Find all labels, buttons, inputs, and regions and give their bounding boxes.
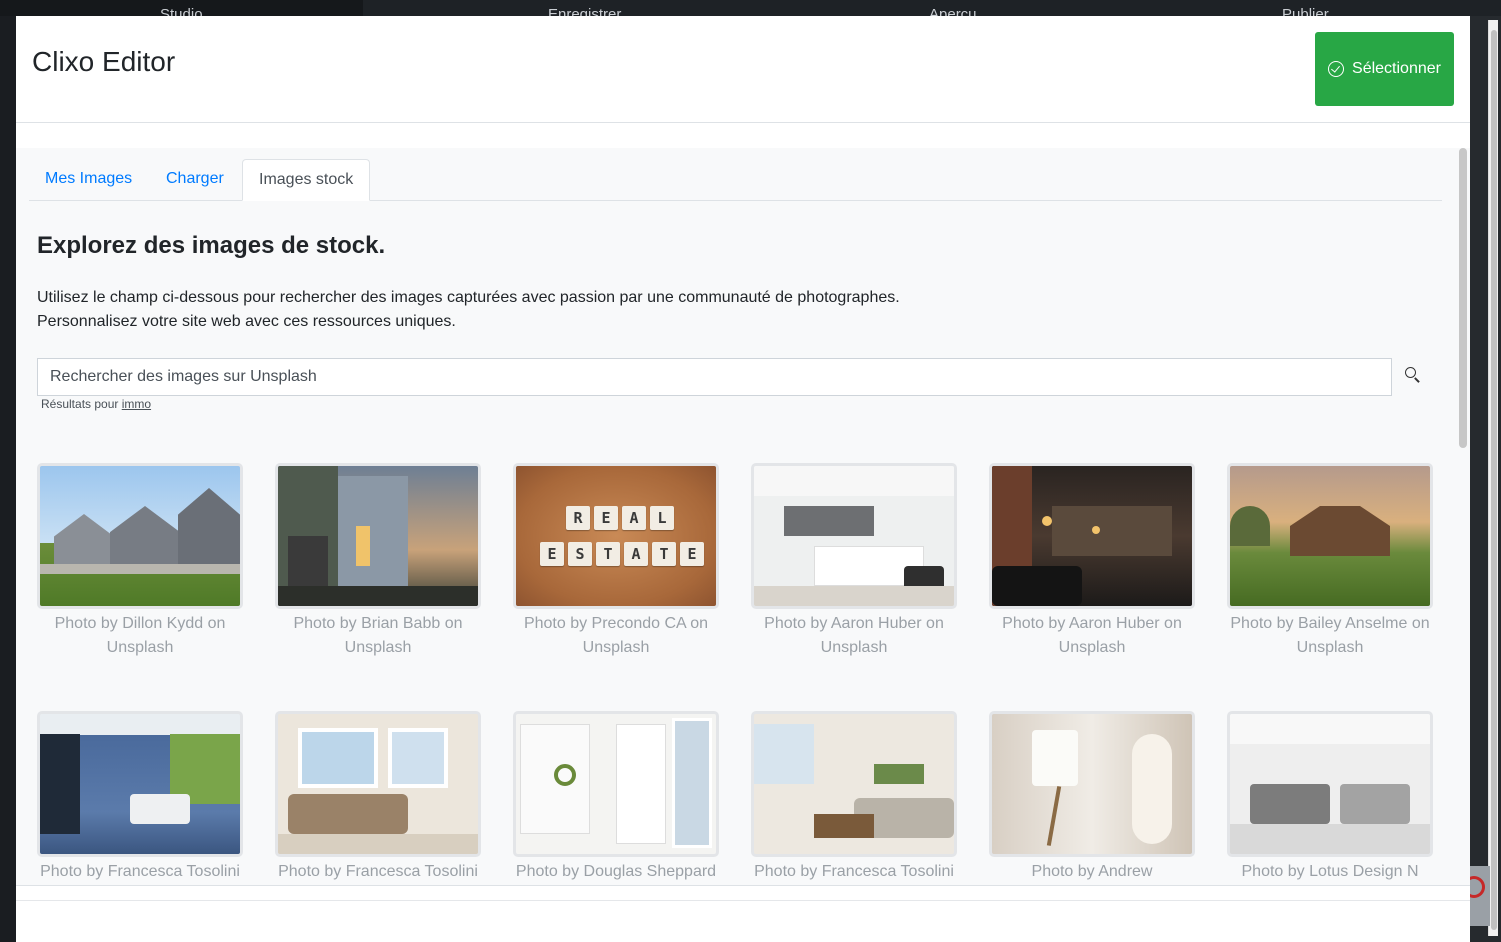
photo-thumbnail[interactable] — [1227, 711, 1433, 857]
letter-tile: E — [540, 542, 564, 566]
letter-tile: E — [680, 542, 704, 566]
photo-card[interactable]: Photo by Andrew — [989, 711, 1195, 884]
photo-caption: Photo by Brian Babb on Unsplash — [293, 615, 463, 656]
modal-body-scrollbar[interactable] — [1456, 148, 1470, 885]
photo-thumbnail[interactable] — [989, 463, 1195, 609]
background-scrollbar-area — [1470, 16, 1501, 942]
photo-card[interactable]: Photo by Bailey Anselme on Unsplash — [1227, 463, 1433, 660]
modal-title: Clixo Editor — [32, 46, 176, 77]
search-icon[interactable] — [1401, 364, 1425, 388]
photo-thumbnail[interactable]: REAL ESTATE — [513, 463, 719, 609]
real-tiles: REAL — [566, 506, 674, 530]
modal-footer — [16, 885, 1470, 942]
check-circle-icon — [1328, 61, 1345, 77]
photo-thumbnail[interactable] — [751, 463, 957, 609]
results-label: Résultats pour immo — [41, 397, 151, 411]
page-scrollbar[interactable] — [1488, 20, 1498, 936]
bg-publish-tab: Publier — [1282, 6, 1329, 16]
photo-caption: Photo by Lotus Design N — [1241, 863, 1419, 880]
letter-tile: T — [596, 542, 620, 566]
bg-studio-tab: Studio — [0, 0, 363, 16]
stock-description: Utilisez le champ ci-dessous pour recher… — [37, 286, 900, 334]
photo-caption: Photo by Douglas Sheppard — [515, 863, 717, 880]
photo-card[interactable]: Photo by Lotus Design N — [1227, 711, 1433, 884]
estate-tiles: ESTATE — [540, 542, 704, 566]
photo-thumbnail[interactable] — [513, 711, 719, 857]
results-prefix: Résultats pour — [41, 397, 119, 411]
bg-preview-tab: Aperçu — [929, 6, 977, 16]
results-query-link[interactable]: immo — [122, 397, 151, 411]
background-topbar: Studio Enregistrer Aperçu Publier — [0, 0, 1501, 16]
modal-body: Mes Images Charger Images stock Explorez… — [16, 148, 1456, 885]
letter-tile: A — [622, 506, 646, 530]
photo-card[interactable]: Photo by Francesca Tosolini — [275, 711, 481, 884]
photo-caption: Photo by Francesca Tosolini — [40, 863, 240, 880]
letter-tile: R — [566, 506, 590, 530]
photo-caption: Photo by Aaron Huber on Unsplash — [764, 615, 944, 656]
photo-card[interactable]: REAL ESTATE Photo by Precondo CA on Unspl… — [513, 463, 719, 660]
photo-card[interactable]: Photo by Francesca Tosolini — [37, 711, 243, 884]
photo-thumbnail[interactable] — [751, 711, 957, 857]
photo-caption: Photo by Bailey Anselme on Unsplash — [1230, 615, 1430, 656]
tab-charger[interactable]: Charger — [150, 159, 240, 201]
image-picker-modal: Clixo Editor Sélectionner Mes Images Cha… — [16, 16, 1470, 942]
photo-thumbnail[interactable] — [37, 463, 243, 609]
photo-caption: Photo by Aaron Huber on Unsplash — [1002, 615, 1182, 656]
photo-caption: Photo by Precondo CA on Unsplash — [523, 615, 709, 656]
letter-tile: T — [652, 542, 676, 566]
photo-card[interactable]: Photo by Douglas Sheppard — [513, 711, 719, 884]
photo-thumbnail[interactable] — [275, 463, 481, 609]
photo-card[interactable]: Photo by Dillon Kydd on Unsplash — [37, 463, 243, 660]
photo-thumbnail[interactable] — [37, 711, 243, 857]
letter-tile: S — [568, 542, 592, 566]
select-button[interactable]: Sélectionner — [1315, 32, 1454, 106]
photo-caption: Photo by Dillon Kydd on Unsplash — [54, 615, 226, 656]
tab-mes-images[interactable]: Mes Images — [29, 159, 148, 201]
tab-images-stock[interactable]: Images stock — [242, 159, 371, 201]
modal-header: Clixo Editor Sélectionner — [16, 16, 1470, 123]
photo-caption: Photo by Andrew — [1031, 863, 1153, 880]
description-line-2: Personnalisez votre site web avec ces re… — [37, 313, 456, 330]
letter-tile: L — [650, 506, 674, 530]
unsplash-search-input[interactable] — [37, 358, 1392, 396]
stock-heading: Explorez des images de stock. — [37, 232, 386, 259]
bg-save-tab: Enregistrer — [548, 6, 622, 16]
select-button-label: Sélectionner — [1352, 60, 1441, 77]
photo-card[interactable]: Photo by Aaron Huber on Unsplash — [989, 463, 1195, 660]
letter-tile: E — [594, 506, 618, 530]
tab-bar: Mes Images Charger Images stock — [29, 159, 1442, 201]
photo-card[interactable]: Photo by Francesca Tosolini — [751, 711, 957, 884]
photo-thumbnail[interactable] — [275, 711, 481, 857]
letter-tile: A — [624, 542, 648, 566]
photo-caption: Photo by Francesca Tosolini — [754, 863, 954, 880]
photo-thumbnail[interactable] — [1227, 463, 1433, 609]
photo-thumbnail[interactable] — [989, 711, 1195, 857]
description-line-1: Utilisez le champ ci-dessous pour recher… — [37, 289, 900, 306]
photo-card[interactable]: Photo by Brian Babb on Unsplash — [275, 463, 481, 660]
photo-card[interactable]: Photo by Aaron Huber on Unsplash — [751, 463, 957, 660]
photo-caption: Photo by Francesca Tosolini — [278, 863, 478, 880]
